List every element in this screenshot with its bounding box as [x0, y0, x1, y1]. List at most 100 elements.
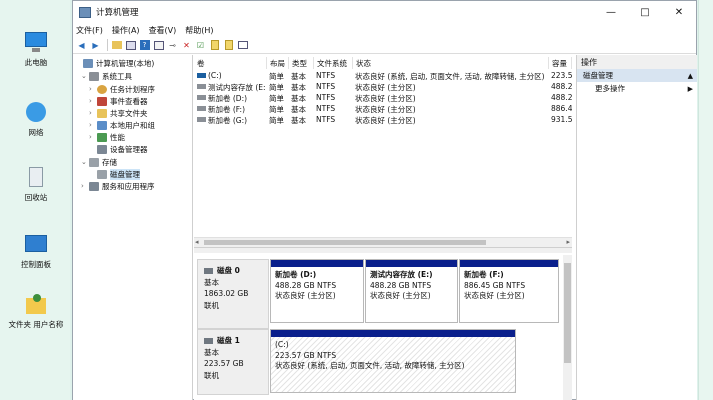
volume-icon	[197, 73, 206, 78]
chevron-right-icon[interactable]: ›	[81, 182, 89, 190]
tree-item-device-manager[interactable]: 设备管理器	[89, 143, 148, 155]
collapse-up-icon[interactable]: ▲	[688, 72, 693, 80]
minimize-button[interactable]: —	[594, 1, 628, 23]
title-bar: 计算机管理 — □ ✕	[73, 1, 696, 23]
services-icon	[89, 181, 99, 191]
computer-management-window: 计算机管理 — □ ✕ 文件(F) 操作(A) 查看(V) 帮助(H) ◀ ▶ …	[72, 0, 697, 400]
desktop-icon-this-pc[interactable]: 此电脑	[4, 30, 68, 68]
menu-bar: 文件(F) 操作(A) 查看(V) 帮助(H)	[73, 23, 696, 37]
tree-item-services[interactable]: › 服务和应用程序	[81, 180, 155, 192]
console-icon[interactable]	[237, 40, 248, 51]
table-row[interactable]: 新加卷 (G:) 简单 基本 NTFS 状态良好 (主分区) 931.5	[194, 115, 572, 126]
chevron-down-icon[interactable]: ⌄	[81, 72, 89, 80]
connect-icon[interactable]: ⊸	[167, 40, 178, 51]
desktop-icon-recycle-bin[interactable]: 回收站	[4, 165, 68, 203]
menu-view[interactable]: 查看(V)	[149, 25, 177, 36]
shared-folder-icon	[97, 108, 107, 118]
chevron-right-icon[interactable]: ›	[89, 85, 97, 93]
window-title: 计算机管理	[96, 8, 139, 18]
tree-item-shared-folders[interactable]: › 共享文件夹	[89, 107, 148, 119]
table-row[interactable]: 新加卷 (D:) 简单 基本 NTFS 状态良好 (主分区) 488.2	[194, 93, 572, 104]
partition-e[interactable]: 测试内容存放 (E:) 488.28 GB NTFS 状态良好 (主分区)	[365, 259, 458, 323]
tree-item-disk-management[interactable]: 磁盘管理	[89, 168, 140, 180]
desktop-icon-network[interactable]: 网络	[4, 100, 68, 138]
tree-item-system-tools[interactable]: ⌄ 系统工具	[81, 70, 132, 82]
actions-pane: 操作 磁盘管理 ▲ 更多操作 ▶	[576, 55, 697, 400]
desktop-icon-user-folder[interactable]: 文件夹 用户名称	[4, 292, 68, 330]
chevron-right-icon[interactable]: ›	[89, 109, 97, 117]
view-icon[interactable]	[125, 40, 136, 51]
actions-section-disk-management[interactable]: 磁盘管理 ▲	[577, 69, 697, 82]
disk-icon	[204, 267, 213, 274]
column-header-status[interactable]: 状态	[353, 57, 549, 69]
vertical-scrollbar[interactable]	[563, 255, 572, 400]
desktop-icon-control-panel[interactable]: 控制面板	[4, 232, 68, 270]
chevron-right-icon[interactable]: ›	[89, 121, 97, 129]
table-row[interactable]: (C:) 简单 基本 NTFS 状态良好 (系统, 启动, 页面文件, 活动, …	[194, 71, 572, 82]
tree-item-task-scheduler[interactable]: › 任务计划程序	[89, 83, 155, 95]
menu-help[interactable]: 帮助(H)	[185, 25, 213, 36]
table-row[interactable]: 新加卷 (F:) 简单 基本 NTFS 状态良好 (主分区) 886.4	[194, 104, 572, 115]
volume-icon	[197, 84, 206, 89]
clock-icon	[97, 84, 107, 94]
partition-bar	[271, 330, 515, 337]
disk-icon	[204, 337, 213, 344]
partition-bar	[460, 260, 558, 267]
storage-icon	[89, 157, 99, 167]
tree-item-storage[interactable]: ⌄ 存储	[81, 156, 117, 168]
chevron-right-icon[interactable]: ›	[89, 97, 97, 105]
toolbar: ◀ ▶ ? ⊸ ✕ ☑	[73, 37, 696, 54]
horizontal-scrollbar[interactable]: ◂ ▸	[194, 237, 572, 247]
volume-icon	[197, 117, 206, 122]
check-icon[interactable]: ☑	[195, 40, 206, 51]
partition-d[interactable]: 新加卷 (D:) 488.28 GB NTFS 状态良好 (主分区)	[270, 259, 364, 323]
scroll-right-icon[interactable]: ▸	[566, 238, 570, 246]
table-row[interactable]: 测试内容存放 (E:) 简单 基本 NTFS 状态良好 (主分区) 488.2	[194, 82, 572, 93]
column-header-type[interactable]: 类型	[289, 57, 314, 69]
partition-bar	[271, 260, 363, 267]
column-header-capacity[interactable]: 容量	[549, 57, 572, 69]
scrollbar-thumb[interactable]	[204, 240, 486, 245]
more-actions-item[interactable]: 更多操作 ▶	[577, 82, 697, 95]
event-icon	[97, 96, 107, 106]
maximize-button[interactable]: □	[628, 1, 662, 23]
close-button[interactable]: ✕	[662, 1, 696, 23]
delete-icon[interactable]: ✕	[181, 40, 192, 51]
user-folder-icon	[23, 292, 49, 316]
forward-icon[interactable]: ▶	[90, 40, 101, 51]
control-panel-icon	[23, 232, 49, 256]
column-header-volume[interactable]: 卷	[194, 57, 267, 69]
volume-icon	[197, 106, 206, 111]
navigation-tree: 计算机管理(本地) ⌄ 系统工具 › 任务计划程序 › 事件查看器 › 共享文件夹 › 本…	[73, 55, 193, 400]
chevron-right-icon: ▶	[687, 84, 693, 93]
users-icon	[97, 120, 107, 130]
disk-1-label[interactable]: 磁盘 1 基本 223.57 GB 联机	[197, 329, 269, 395]
network-icon	[23, 100, 49, 124]
column-header-filesystem[interactable]: 文件系统	[314, 57, 353, 69]
tree-item-performance[interactable]: › 性能	[89, 131, 125, 143]
back-icon[interactable]: ◀	[76, 40, 87, 51]
menu-action[interactable]: 操作(A)	[112, 25, 140, 36]
column-header-layout[interactable]: 布局	[267, 57, 289, 69]
partition-f[interactable]: 新加卷 (F:) 886.45 GB NTFS 状态良好 (主分区)	[459, 259, 559, 323]
scroll-left-icon[interactable]: ◂	[195, 238, 199, 246]
up-folder-icon[interactable]	[111, 40, 122, 51]
computer-icon	[23, 30, 49, 54]
chevron-down-icon[interactable]: ⌄	[81, 158, 89, 166]
disk-icon	[97, 169, 107, 179]
chevron-right-icon[interactable]: ›	[89, 133, 97, 141]
tree-item-root[interactable]: 计算机管理(本地)	[75, 57, 154, 69]
recycle-bin-icon	[23, 165, 49, 189]
desktop-edge	[698, 0, 713, 400]
partition-c[interactable]: (C:) 223.57 GB NTFS 状态良好 (系统, 启动, 页面文件, 活动…	[270, 329, 516, 393]
tree-item-event-viewer[interactable]: › 事件查看器	[89, 95, 148, 107]
help-icon[interactable]: ?	[139, 40, 150, 51]
disk-0-label[interactable]: 磁盘 0 基本 1863.02 GB 联机	[197, 259, 269, 329]
export-icon[interactable]	[223, 40, 234, 51]
properties-icon[interactable]	[153, 40, 164, 51]
scrollbar-thumb[interactable]	[564, 263, 571, 363]
new-icon[interactable]	[209, 40, 220, 51]
volume-icon	[197, 95, 206, 100]
menu-file[interactable]: 文件(F)	[76, 25, 103, 36]
tree-item-local-users[interactable]: › 本地用户和组	[89, 119, 155, 131]
